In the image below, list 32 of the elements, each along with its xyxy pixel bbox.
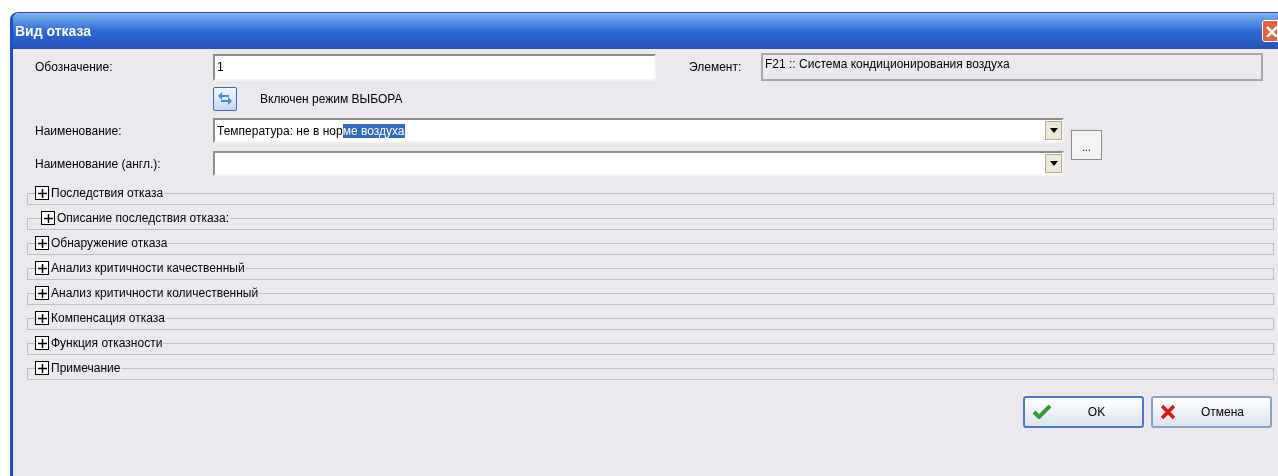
swap-arrows-icon (217, 90, 233, 107)
section-header[interactable]: Обнаружение отказа (35, 234, 169, 252)
cross-icon (1161, 405, 1175, 419)
section-header[interactable]: Функция отказности (35, 334, 164, 352)
element-field: F21 :: Система кондиционирования воздуха (761, 53, 1263, 81)
designation-field[interactable]: 1 (213, 53, 656, 81)
section-title: Последствия отказа (51, 185, 164, 202)
field-label: Наименование: (35, 122, 123, 140)
ok-button[interactable]: OK (1023, 396, 1144, 428)
cancel-button[interactable]: Отмена (1151, 396, 1272, 428)
close-icon (1265, 25, 1277, 37)
section-header[interactable]: Последствия отказа (35, 184, 165, 202)
name-combo-box[interactable]: Температура: не в норме воздуха (213, 118, 1064, 143)
section-header[interactable]: Примечание (35, 359, 122, 377)
dropdown-button[interactable] (1045, 154, 1062, 173)
field-label: Элемент: (689, 59, 743, 76)
close-button[interactable] (1262, 20, 1278, 42)
section-title: Примечание (51, 360, 121, 377)
section-title: Компенсация отказа (51, 310, 165, 327)
caret-icon (1049, 161, 1058, 166)
section-header[interactable]: Компенсация отказа (35, 309, 166, 327)
mode-toggle-button[interactable] (213, 86, 237, 111)
section-title: Функция отказности (51, 335, 163, 352)
checkmark-icon (1033, 405, 1051, 419)
section-title: Обнаружение отказа (51, 235, 168, 252)
caret-icon (1049, 128, 1058, 133)
dropdown-button[interactable] (1045, 121, 1062, 140)
field-label: Обозначение: (35, 59, 114, 76)
window-title: Вид отказа (15, 21, 92, 41)
field-label: Наименование (англ.): (35, 155, 162, 173)
mode-status-text: Включен режим ВЫБОРА (260, 90, 403, 108)
browse-button[interactable]: ... (1071, 130, 1102, 160)
